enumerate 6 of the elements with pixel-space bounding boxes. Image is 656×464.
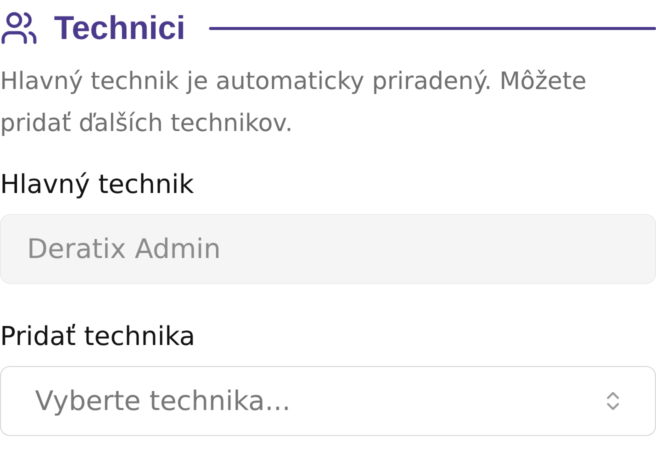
section-title: Technici [54, 9, 186, 47]
field-label: Hlavný technik [0, 170, 195, 200]
users-icon [0, 9, 38, 47]
section-description: Hlavný technik je automaticky priradený. Môžete pridať ďalších technikov. [0, 66, 588, 139]
field-label: Pridať technika [0, 322, 196, 352]
select-field[interactable]: Vyberte technika... [0, 366, 656, 436]
